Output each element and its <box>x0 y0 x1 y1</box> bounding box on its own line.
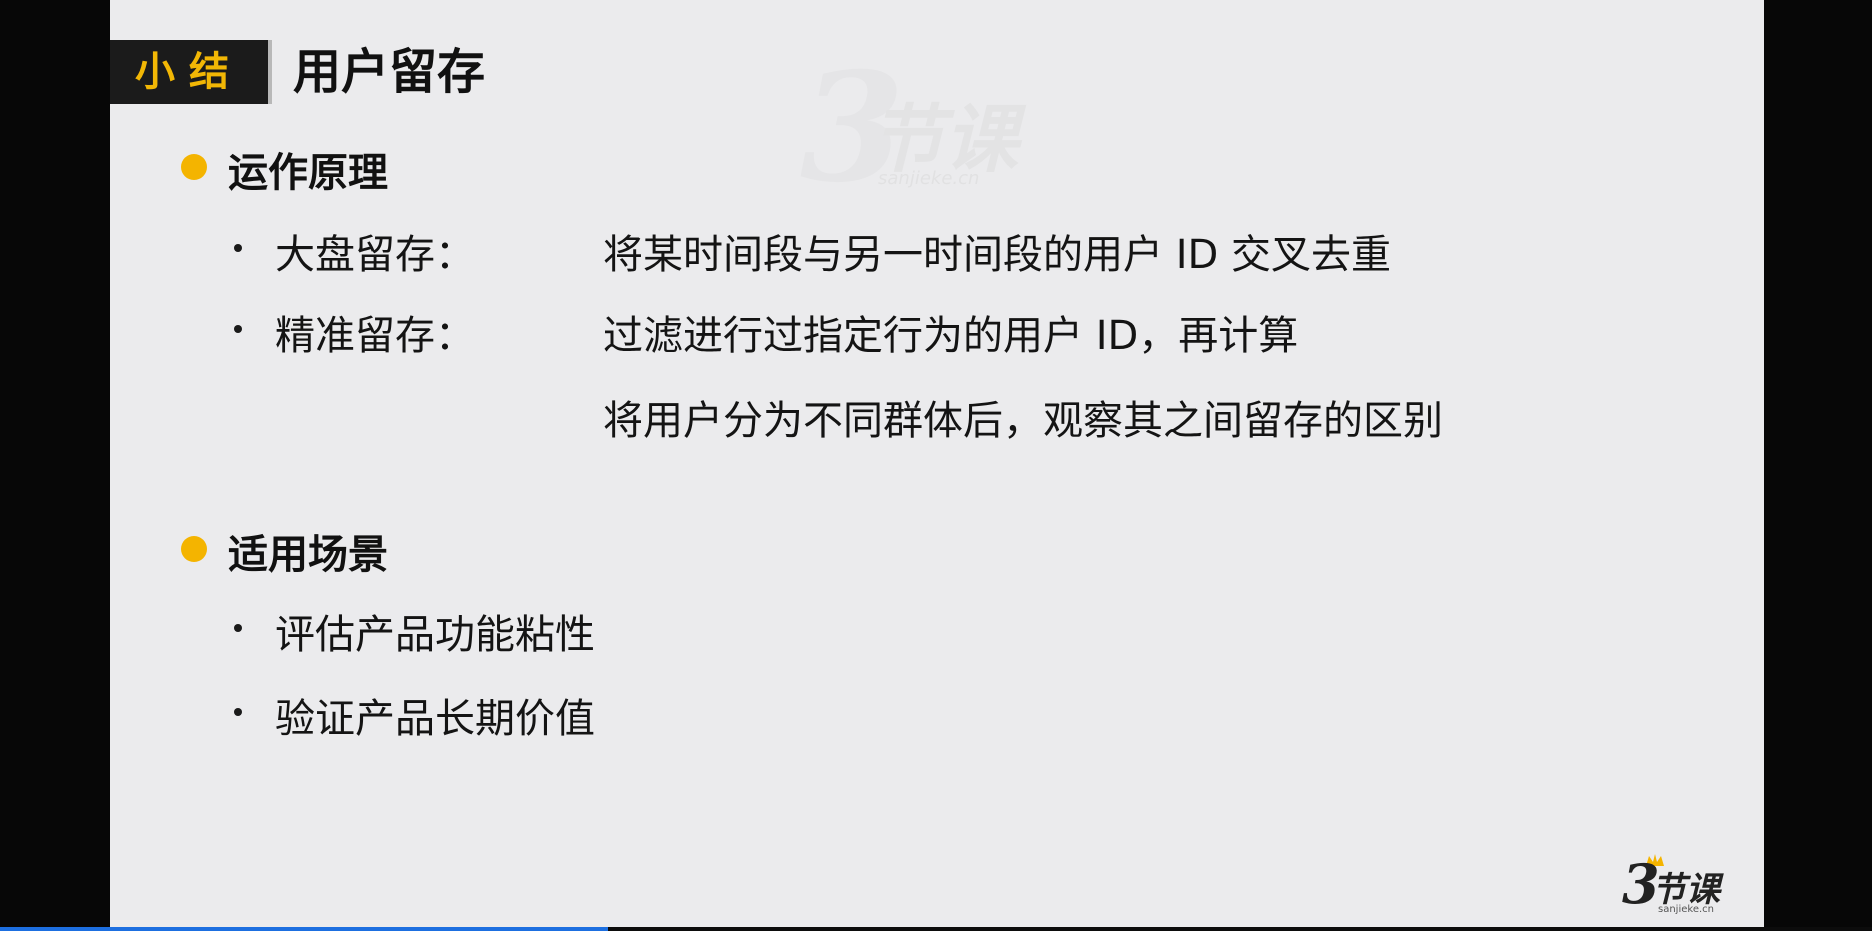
item-label: 评估产品功能粘性 <box>275 612 595 658</box>
bullet-icon <box>234 244 242 252</box>
brand-logo-domain: sanjieke.cn <box>1658 904 1714 915</box>
item-description: 过滤进行过指定行为的用户 ID，再计算 <box>603 313 1299 359</box>
bullet-icon <box>234 325 242 333</box>
section-title-principle: 运作原理 <box>228 150 388 196</box>
brand-logo: 3 节课 sanjieke.cn <box>1622 852 1732 922</box>
watermark: 3 节课 sanjieke.cn <box>800 40 1080 216</box>
bullet-icon <box>234 708 242 716</box>
video-letterbox-left <box>0 0 110 931</box>
slide-title: 用户留存 <box>293 44 486 100</box>
video-progress-bar[interactable] <box>0 927 1872 931</box>
section-bullet-icon <box>181 154 207 180</box>
bullet-icon <box>234 624 242 632</box>
item-label: 大盘留存： <box>275 232 475 278</box>
watermark-domain: sanjieke.cn <box>878 168 980 189</box>
video-progress-fill <box>0 927 609 931</box>
item-label: 验证产品长期价值 <box>275 696 595 742</box>
section-bullet-icon <box>181 536 207 562</box>
section-title-scenarios: 适用场景 <box>228 532 388 578</box>
slide: 3 节课 sanjieke.cn 小结 用户留存 运作原理 大盘留存： 将某时间… <box>110 0 1764 931</box>
item-label: 精准留存： <box>275 313 475 359</box>
video-letterbox-right <box>1764 0 1872 931</box>
item-description: 将某时间段与另一时间段的用户 ID 交叉去重 <box>603 232 1392 278</box>
item-description: 将用户分为不同群体后，观察其之间留存的区别 <box>603 398 1443 444</box>
summary-badge-label: 小结 <box>135 49 243 95</box>
summary-badge: 小结 <box>110 40 272 104</box>
